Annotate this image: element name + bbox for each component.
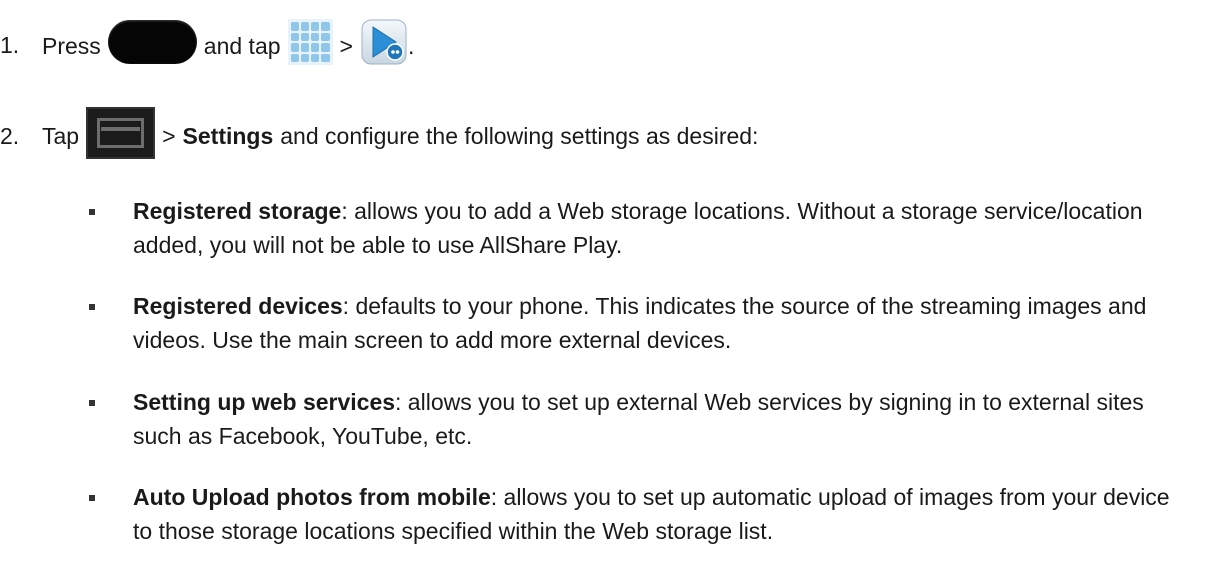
settings-label: Settings: [182, 122, 274, 149]
list-item-text: Registered storage: allows you to add a …: [133, 194, 1173, 262]
step-body: Press and tap > .: [42, 18, 414, 74]
step-text: Press: [42, 32, 101, 59]
separator: >: [162, 122, 176, 149]
list-item-text: Setting up web services: allows you to s…: [133, 385, 1173, 453]
list-item-text: Registered devices: defaults to your pho…: [133, 289, 1173, 357]
step-text: and tap: [203, 32, 281, 59]
menu-key-icon: [86, 107, 156, 159]
step-text: Tap: [42, 122, 80, 149]
item-title: Registered storage: [133, 198, 342, 224]
allshare-play-icon: [360, 18, 408, 66]
step-number: 1.: [0, 32, 20, 58]
list-item-text: Auto Upload photos from mobile: allows y…: [133, 480, 1173, 548]
bullet-icon: [89, 495, 95, 501]
apps-icon: [287, 19, 333, 65]
step-number: 2.: [0, 123, 20, 149]
bullet-icon: [89, 400, 95, 406]
bullet-icon: [89, 304, 95, 310]
item-title: Auto Upload photos from mobile: [133, 484, 491, 510]
home-key-icon: [107, 20, 197, 64]
bullet-icon: [89, 209, 95, 215]
step-text: and configure the following settings as …: [280, 122, 759, 149]
step-end: .: [407, 32, 415, 59]
step-body: Tap > Settings and configure the followi…: [42, 107, 759, 164]
separator: >: [339, 32, 353, 59]
item-title: Registered devices: [133, 293, 343, 319]
item-title: Setting up web services: [133, 389, 396, 415]
